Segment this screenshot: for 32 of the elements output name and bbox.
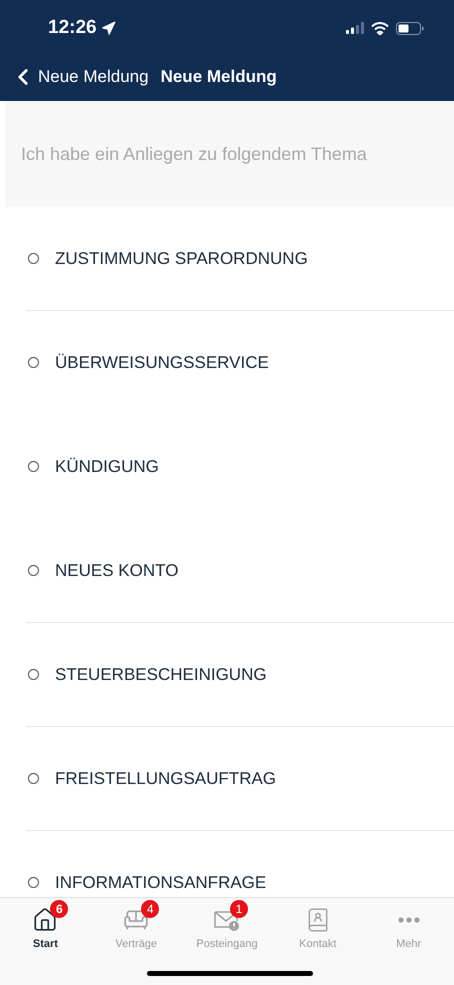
topic-prompt: Ich habe ein Anliegen zu folgendem Thema	[5, 101, 454, 207]
screen-title: Neue Meldung	[160, 66, 277, 86]
home-icon	[32, 907, 58, 933]
back-button[interactable]: Neue Meldung	[10, 64, 149, 90]
radio-button[interactable]	[28, 669, 39, 680]
radio-button[interactable]	[28, 461, 39, 472]
radio-button[interactable]	[28, 565, 39, 576]
tab-item[interactable]: Mehr	[363, 898, 454, 950]
wifi-icon	[371, 22, 389, 34]
radio-button[interactable]	[28, 253, 39, 264]
tab-item[interactable]: Kontakt	[272, 898, 364, 950]
topic-label: ÜBERWEISUNGSSERVICE	[55, 352, 269, 372]
topic-label: NEUES KONTO	[55, 560, 178, 580]
status-time: 12:26	[48, 17, 97, 39]
topic-label: INFORMATIONSANFRAGE	[55, 872, 266, 892]
signal-icon	[346, 22, 364, 34]
radio-button[interactable]	[28, 773, 39, 784]
topic-label: ZUSTIMMUNG SPARORDNUNG	[55, 248, 308, 268]
topic-label: STEUERBESCHEINIGUNG	[55, 664, 267, 684]
battery-icon	[396, 22, 424, 34]
topic-label: FREISTELLUNGSAUFTRAG	[55, 768, 276, 788]
count-badge: 4	[141, 900, 160, 918]
count-badge: 1	[230, 900, 248, 918]
tab-item[interactable]: 4 Verträge	[90, 898, 182, 950]
count-badge: 6	[50, 900, 68, 918]
location-icon	[100, 20, 116, 36]
topic-label: KÜNDIGUNG	[55, 456, 159, 476]
tab-item[interactable]: 6 Start	[0, 898, 91, 950]
tab-item[interactable]: 1 Posteingang	[182, 898, 272, 950]
radio-button[interactable]	[28, 877, 39, 888]
more-icon	[398, 917, 420, 923]
radio-button[interactable]	[28, 357, 39, 368]
